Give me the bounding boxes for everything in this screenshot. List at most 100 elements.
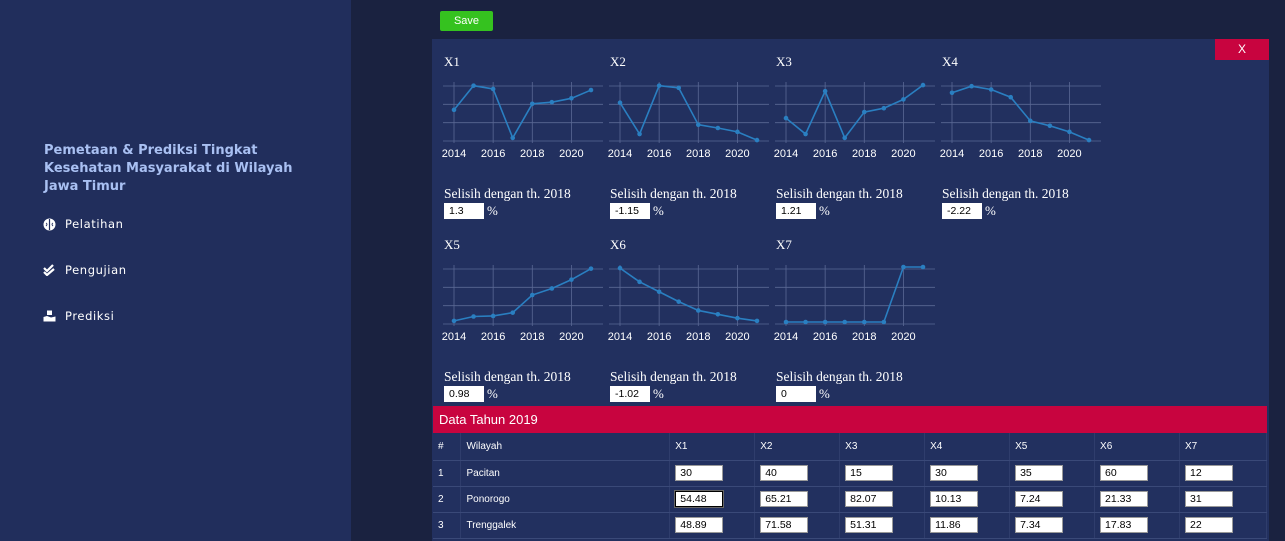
data-point bbox=[822, 319, 828, 325]
cell-input-x4[interactable] bbox=[930, 491, 979, 507]
x-tick-label: 2018 bbox=[852, 148, 876, 160]
data-point bbox=[451, 107, 457, 113]
cell-input-x5[interactable] bbox=[1015, 465, 1064, 481]
chart-x2: 2014 2016 2018 2020 bbox=[608, 82, 769, 160]
cell-input-x6[interactable] bbox=[1100, 491, 1149, 507]
diff-input-x7[interactable] bbox=[776, 386, 816, 402]
cell-input-x6[interactable] bbox=[1100, 517, 1149, 533]
data-point bbox=[676, 299, 682, 304]
x-tick-label: 2014 bbox=[940, 148, 964, 160]
series-line bbox=[453, 84, 592, 140]
nav-item-pelatihan[interactable]: Pelatihan bbox=[43, 217, 124, 231]
cell-input-x2[interactable] bbox=[760, 517, 809, 533]
x-tick-label: 2014 bbox=[774, 148, 798, 160]
cell-input-x7[interactable] bbox=[1184, 465, 1233, 481]
cell-input-x3[interactable] bbox=[845, 491, 894, 507]
chart-title-x1: X1 bbox=[444, 54, 460, 69]
col-header: X6 bbox=[1094, 433, 1180, 461]
series-line bbox=[786, 266, 923, 323]
x-tick-label: 2020 bbox=[725, 331, 749, 343]
col-header: X5 bbox=[1009, 433, 1096, 461]
chart-title-x2: X2 bbox=[610, 54, 626, 69]
data-point bbox=[451, 318, 457, 324]
col-header: X7 bbox=[1179, 433, 1268, 461]
chart-x3: 2014 2016 2018 2020 bbox=[774, 82, 935, 160]
cell-input-x5[interactable] bbox=[1015, 517, 1064, 533]
data-point bbox=[569, 277, 574, 282]
x-tick-label: 2018 bbox=[1018, 148, 1042, 160]
diff-input-x2[interactable] bbox=[610, 203, 650, 219]
data-point bbox=[920, 264, 926, 270]
diff-unit-x5: % bbox=[487, 386, 498, 401]
cell-input-x6[interactable] bbox=[1100, 465, 1149, 481]
diff-input-x3[interactable] bbox=[776, 203, 816, 219]
cell-input-x5[interactable] bbox=[1015, 491, 1064, 507]
data-point bbox=[695, 308, 701, 313]
cell-input-x4[interactable] bbox=[930, 517, 979, 533]
cell-input-x2[interactable] bbox=[760, 465, 809, 481]
cell-input-x7[interactable] bbox=[1184, 517, 1233, 533]
diff-unit-x2: % bbox=[653, 203, 664, 218]
x-tick-label: 2014 bbox=[442, 331, 466, 343]
sidebar: Pemetaan & Prediksi Tingkat Kesehatan Ma… bbox=[0, 0, 351, 541]
chart-title-x7: X7 bbox=[776, 237, 792, 252]
save-button[interactable]: Save bbox=[440, 11, 493, 31]
data-point bbox=[549, 99, 555, 105]
x-tick-label: 2016 bbox=[647, 148, 671, 160]
chart-title-x5: X5 bbox=[444, 237, 460, 252]
x-tick-label: 2018 bbox=[520, 148, 544, 160]
chart-x7: 2014 2016 2018 2020 bbox=[774, 264, 935, 343]
data-point bbox=[490, 86, 496, 92]
cell-input-x2[interactable] bbox=[760, 491, 809, 507]
x-tick-label: 2014 bbox=[608, 148, 632, 160]
diff-label-x1: Selisih dengan th. 2018 bbox=[444, 186, 571, 201]
x-tick-label: 2020 bbox=[725, 148, 749, 160]
data-point bbox=[676, 85, 682, 91]
data-point bbox=[656, 83, 662, 88]
data-point bbox=[510, 135, 516, 141]
diff-input-x1[interactable] bbox=[444, 203, 484, 219]
data-point bbox=[842, 135, 848, 141]
close-button[interactable]: X bbox=[1215, 39, 1269, 60]
data-point bbox=[588, 87, 594, 93]
x-tick-label: 2016 bbox=[481, 331, 505, 343]
table-row: 2 Ponorogo bbox=[433, 486, 1268, 513]
data-point bbox=[803, 131, 808, 137]
diff-input-x4[interactable] bbox=[942, 203, 982, 219]
col-header: X3 bbox=[839, 433, 926, 461]
nav-item-pengujian[interactable]: Pengujian bbox=[43, 263, 127, 277]
series-line bbox=[619, 267, 758, 322]
nav-label: Pengujian bbox=[65, 263, 127, 277]
diff-unit-x3: % bbox=[819, 203, 830, 218]
cell-input-x1[interactable] bbox=[675, 465, 724, 481]
data-point bbox=[901, 264, 906, 270]
diff-label-x3: Selisih dengan th. 2018 bbox=[776, 186, 903, 201]
data-point bbox=[695, 122, 701, 127]
x-tick-label: 2018 bbox=[520, 331, 544, 343]
chart-x5: 2014 2016 2018 2020 bbox=[442, 265, 603, 343]
chart-title-x6: X6 bbox=[610, 237, 626, 252]
nav-item-prediksi[interactable]: Prediksi bbox=[43, 309, 114, 323]
x-tick-label: 2020 bbox=[1057, 148, 1081, 160]
cell-input-x3[interactable] bbox=[845, 517, 894, 533]
cell-input-x1[interactable] bbox=[674, 490, 725, 508]
hand-box-icon bbox=[43, 310, 56, 322]
double-check-icon bbox=[43, 264, 55, 276]
cell-input-x3[interactable] bbox=[845, 465, 894, 481]
diff-input-x5[interactable] bbox=[444, 386, 484, 402]
table-row: 3 Trenggalek bbox=[433, 512, 1268, 539]
diff-input-x6[interactable] bbox=[610, 386, 650, 402]
data-point bbox=[842, 319, 848, 325]
cell-input-x1[interactable] bbox=[675, 517, 724, 533]
row-number: 1 bbox=[433, 460, 462, 487]
chart-x4: 2014 2016 2018 2020 bbox=[940, 82, 1101, 160]
cell-input-x4[interactable] bbox=[930, 465, 979, 481]
data-point bbox=[783, 115, 789, 121]
col-header: # bbox=[433, 433, 462, 461]
brain-icon bbox=[43, 218, 56, 230]
x-tick-label: 2020 bbox=[559, 148, 583, 160]
cell-input-x7[interactable] bbox=[1184, 491, 1233, 507]
diff-label-x6: Selisih dengan th. 2018 bbox=[610, 369, 737, 384]
x-tick-label: 2014 bbox=[442, 148, 466, 160]
chart-title-x3: X3 bbox=[776, 54, 792, 69]
